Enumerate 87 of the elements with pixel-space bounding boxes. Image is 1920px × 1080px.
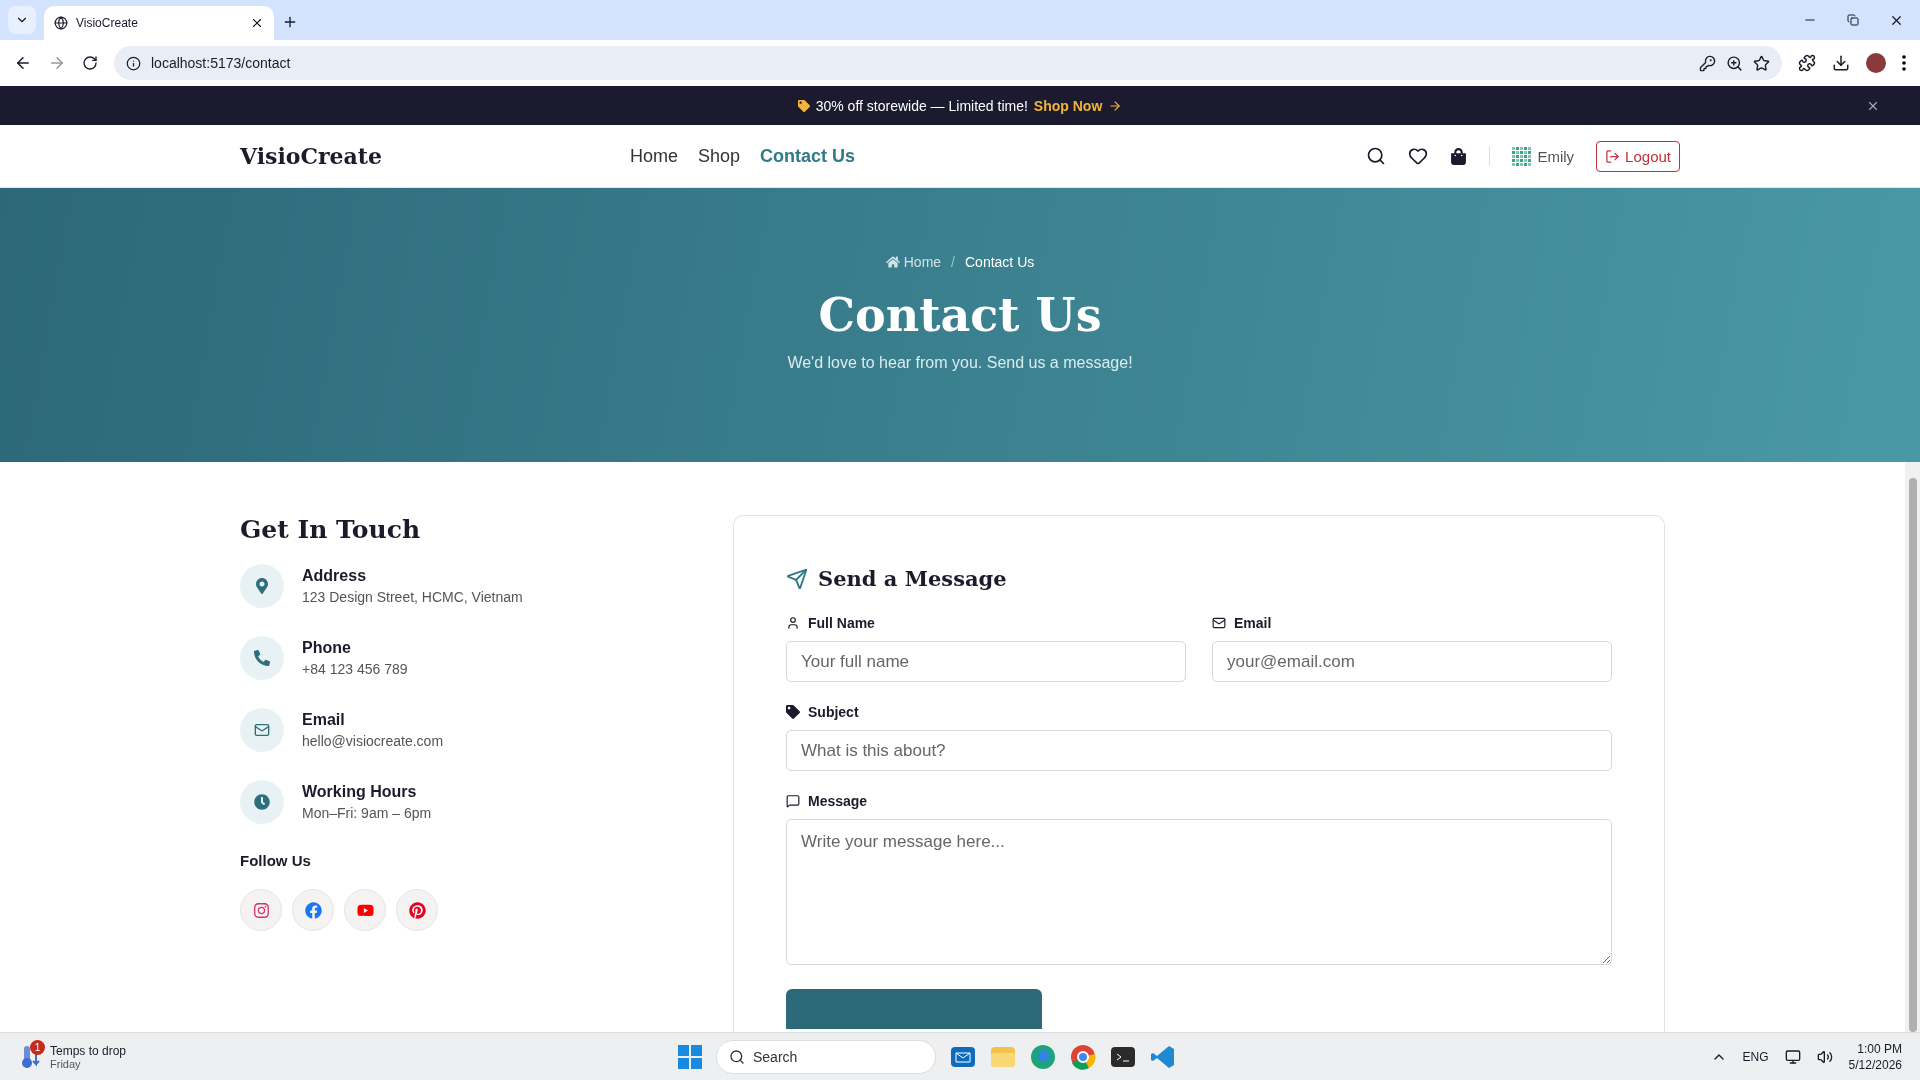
pinterest-link[interactable] — [396, 889, 438, 931]
nav-link[interactable]: Contact Us — [760, 145, 856, 167]
download-icon — [1832, 54, 1850, 72]
field-label: Subject — [786, 704, 1612, 720]
network-icon — [1784, 1048, 1801, 1065]
instagram-link[interactable] — [240, 889, 282, 931]
paper-plane-icon — [786, 567, 808, 590]
follow-title: Follow Us — [240, 852, 312, 869]
pinterest-icon — [408, 901, 426, 919]
contact-value: hello@visiocreate.com — [302, 733, 444, 749]
restore-icon — [1847, 14, 1859, 26]
mail-icon — [1212, 616, 1226, 630]
mail-icon — [240, 708, 284, 752]
shopping-bag-icon — [1450, 147, 1468, 165]
taskbar-search[interactable]: Search — [716, 1039, 936, 1074]
logo[interactable]: VisioCreate — [240, 143, 630, 169]
contact-value: 123 Design Street, HCMC, Vietnam — [302, 589, 523, 605]
start-icon[interactable] — [678, 1044, 702, 1069]
contact-label: Working Hours — [302, 783, 418, 801]
field-label: Email — [1212, 615, 1612, 631]
weather-title: Temps to drop — [50, 1043, 127, 1058]
section-title: Get In Touch — [240, 515, 422, 544]
avatar-icon — [1512, 146, 1532, 166]
clock[interactable]: 1:00 PM 5/12/2026 — [1848, 1040, 1902, 1073]
volume-icon — [1816, 1048, 1833, 1065]
clock-icon — [240, 780, 284, 824]
nav-link[interactable]: Home — [630, 145, 678, 167]
back-icon — [14, 54, 32, 72]
phone-icon — [240, 636, 284, 680]
info-icon — [126, 55, 141, 71]
star-icon — [1753, 54, 1770, 72]
reload-icon — [82, 55, 98, 71]
zoom-icon — [1726, 54, 1743, 72]
contact-label: Address — [302, 567, 368, 585]
new-tab-icon — [282, 14, 298, 30]
forward-icon — [48, 54, 66, 72]
person-icon — [786, 616, 800, 630]
close-icon — [250, 16, 264, 30]
home-icon — [885, 255, 900, 269]
arrow-right-icon — [1108, 98, 1123, 113]
language-indicator[interactable]: ENG — [1742, 1049, 1769, 1064]
code-editor-icon[interactable] — [1150, 1043, 1176, 1070]
user-link[interactable]: Emily — [1512, 146, 1575, 166]
input-field[interactable]: your@email.com — [1212, 641, 1612, 682]
location-pin-icon — [240, 564, 284, 608]
tag-icon — [786, 705, 800, 719]
logout-button[interactable]: Logout — [1596, 140, 1680, 172]
contact-value: +84 123 456 789 — [302, 661, 408, 677]
contact-label: Phone — [302, 639, 352, 657]
search-icon — [1366, 146, 1387, 166]
address-bar[interactable]: localhost:5173/contact — [114, 46, 1782, 80]
field-label: Full Name — [786, 615, 1186, 631]
input-field[interactable]: Your full name — [786, 641, 1186, 682]
notification-badge: 1 — [30, 1039, 45, 1055]
page-subtitle: We'd love to hear from you. Send us a message! — [787, 354, 1133, 372]
tab-title: VisioCreate — [76, 16, 139, 30]
weather-subtitle: Friday — [50, 1057, 81, 1070]
promo-text: 30% off storewide — Limited time! — [815, 97, 1028, 114]
key-icon — [1699, 54, 1716, 72]
breadcrumb-link[interactable]: Contact Us — [965, 254, 1035, 270]
facebook-icon — [304, 901, 322, 919]
instagram-icon — [252, 901, 270, 919]
contact-value: Mon–Fri: 9am – 6pm — [302, 805, 432, 821]
extensions-icon — [1798, 54, 1816, 72]
menu-icon[interactable] — [1902, 55, 1906, 71]
browser-tab[interactable]: VisioCreate — [44, 6, 274, 40]
contact-label: Email — [302, 711, 346, 729]
shop-now-link[interactable]: Shop Now — [1033, 97, 1123, 114]
globe-icon — [54, 16, 68, 30]
facebook-link[interactable] — [292, 889, 334, 931]
page-title: Contact Us — [818, 288, 1102, 342]
nav-link[interactable]: Shop — [698, 145, 741, 167]
avatar-icon[interactable] — [1866, 53, 1886, 73]
logout-icon — [1605, 148, 1621, 164]
scrollbar[interactable] — [1905, 462, 1920, 1032]
search-icon — [729, 1048, 745, 1065]
speech-bubble-icon — [786, 794, 800, 808]
chrome-icon[interactable] — [1070, 1043, 1096, 1070]
input-field[interactable]: What is this about? — [786, 730, 1612, 771]
message-field[interactable]: Write your message here... — [786, 819, 1612, 965]
breadcrumb-separator: / — [951, 254, 955, 270]
tag-icon — [797, 99, 810, 112]
form-title: Send a Message — [786, 566, 1612, 591]
browser-icon[interactable] — [1030, 1043, 1056, 1070]
heart-icon — [1408, 146, 1429, 166]
field-label: Message — [786, 793, 1612, 809]
youtube-link[interactable] — [344, 889, 386, 931]
